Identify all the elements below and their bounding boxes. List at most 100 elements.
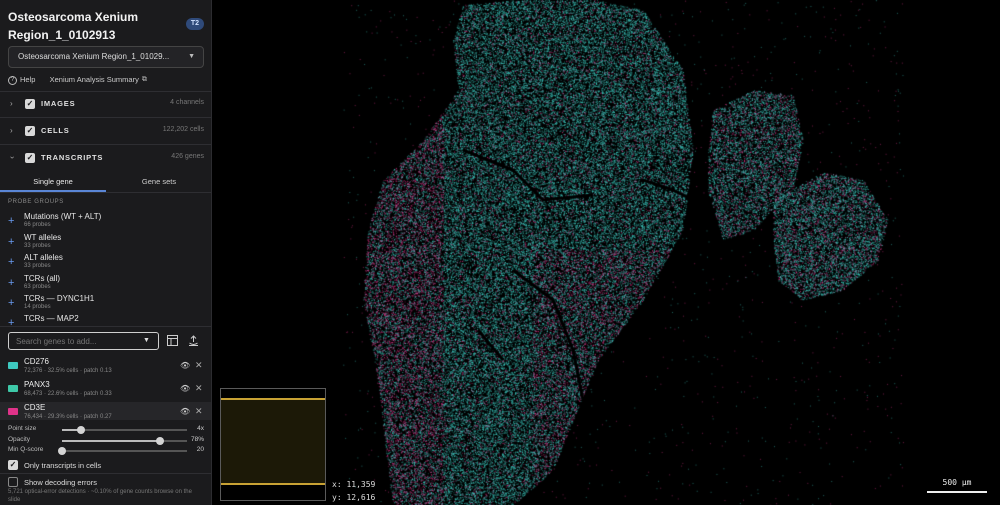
gene-stats: 72,376 · 32.5% cells · patch 0.13 bbox=[24, 368, 112, 374]
slider-value: 20 bbox=[196, 446, 204, 453]
probe-group-item[interactable]: + Mutations (WT + ALT) 66 probes bbox=[8, 212, 204, 232]
minimap[interactable] bbox=[220, 388, 326, 501]
plus-icon[interactable]: + bbox=[8, 237, 14, 248]
tab-bar: Single gene Gene sets bbox=[0, 172, 211, 192]
chevron-down-icon[interactable]: ▼ bbox=[143, 337, 150, 344]
min-q-slider-row: Min Q-score 20 bbox=[8, 446, 204, 456]
gene-row[interactable]: CD276 72,376 · 32.5% cells · patch 0.13 … bbox=[0, 356, 211, 378]
close-icon[interactable]: ✕ bbox=[195, 383, 203, 394]
section-count: 426 genes bbox=[171, 153, 204, 160]
dataset-select-value: Osteosarcoma Xenium Region_1_01029... bbox=[18, 52, 170, 61]
chevron-down-icon[interactable]: › bbox=[8, 156, 17, 159]
section-label: IMAGES bbox=[41, 99, 76, 108]
plus-icon[interactable]: + bbox=[8, 318, 14, 327]
section-count: 4 channels bbox=[170, 99, 204, 106]
probe-group-name: ALT alleles bbox=[24, 253, 63, 262]
slider-label: Min Q-score bbox=[8, 446, 44, 453]
only-in-cells-option[interactable]: ✓ Only transcripts in cells bbox=[8, 460, 204, 472]
coord-x: x: 11,359 bbox=[332, 480, 376, 489]
probe-group-name: TCRs — DYNC1H1 bbox=[24, 294, 95, 303]
gene-color-swatch[interactable] bbox=[8, 385, 18, 392]
section-images[interactable]: › ✓ IMAGES 4 channels bbox=[0, 91, 211, 117]
chevron-right-icon[interactable]: › bbox=[10, 99, 13, 108]
gene-row[interactable]: PANX3 68,473 · 22.6% cells · patch 0.33 … bbox=[0, 379, 211, 401]
tissue-viewer[interactable]: x: 11,359 y: 12,616 500 µm bbox=[213, 0, 1000, 505]
plus-icon[interactable]: + bbox=[8, 257, 14, 268]
cells-checkbox[interactable]: ✓ bbox=[25, 126, 35, 136]
probe-group-count: 33 probes bbox=[24, 243, 51, 249]
gene-color-swatch[interactable] bbox=[8, 408, 18, 415]
title-row: Osteosarcoma Xenium Region_1_0102913 T2 bbox=[8, 8, 204, 44]
coordinate-readout: x: 11,359 y: 12,616 bbox=[332, 478, 375, 504]
probe-group-count: 63 probes bbox=[24, 284, 51, 290]
tab-gene-sets[interactable]: Gene sets bbox=[106, 172, 211, 192]
probe-group-name: Mutations (WT + ALT) bbox=[24, 212, 102, 221]
section-label: CELLS bbox=[41, 126, 70, 135]
probe-group-count: 14 probes bbox=[24, 304, 51, 310]
close-icon[interactable]: ✕ bbox=[195, 360, 203, 371]
option-label: Only transcripts in cells bbox=[24, 461, 102, 470]
tab-single-gene[interactable]: Single gene bbox=[0, 172, 106, 192]
summary-link[interactable]: Xenium Analysis Summary bbox=[50, 75, 139, 84]
probe-group-item[interactable]: + ALT alleles 33 probes bbox=[8, 253, 204, 273]
slider-value: 4x bbox=[197, 425, 204, 432]
gene-search-input[interactable] bbox=[8, 332, 159, 350]
tissue-canvas[interactable] bbox=[213, 0, 1000, 505]
coord-y: y: 12,616 bbox=[332, 493, 376, 502]
opacity-slider[interactable] bbox=[62, 437, 187, 445]
point-size-slider[interactable] bbox=[62, 426, 187, 434]
plus-icon[interactable]: + bbox=[8, 216, 14, 227]
scale-label: 500 µm bbox=[942, 478, 972, 487]
gene-stats: 76,434 · 29.3% cells · patch 0.27 bbox=[24, 414, 112, 420]
plus-icon[interactable]: + bbox=[8, 278, 14, 289]
chevron-down-icon: ▼ bbox=[188, 53, 195, 60]
probe-group-name: TCRs (all) bbox=[24, 274, 60, 283]
section-label: TRANSCRIPTS bbox=[41, 153, 104, 162]
slider-knob[interactable] bbox=[76, 426, 85, 434]
gene-color-swatch[interactable] bbox=[8, 362, 18, 369]
probe-groups-heading: PROBE GROUPS bbox=[8, 199, 64, 205]
gene-stats: 68,473 · 22.6% cells · patch 0.33 bbox=[24, 391, 112, 397]
show-errors-checkbox[interactable] bbox=[8, 477, 18, 487]
upload-icon[interactable] bbox=[187, 335, 199, 347]
minimap-viewport[interactable] bbox=[221, 398, 325, 485]
scale-bar-line bbox=[927, 491, 987, 493]
show-errors-option[interactable]: Show decoding errors 5,721 optical-error… bbox=[8, 477, 204, 505]
probe-group-item[interactable]: + TCRs (all) 63 probes bbox=[8, 274, 204, 294]
slider-knob[interactable] bbox=[155, 437, 164, 445]
slider-label: Point size bbox=[8, 425, 37, 432]
external-link-icon[interactable]: ⧉ bbox=[142, 75, 147, 85]
help-row: ? Help Xenium Analysis Summary ⧉ bbox=[8, 75, 147, 85]
help-icon[interactable]: ? bbox=[8, 75, 17, 85]
table-icon[interactable] bbox=[166, 335, 178, 347]
probe-group-count: 33 probes bbox=[24, 263, 51, 269]
slider-knob[interactable] bbox=[58, 447, 66, 455]
plus-icon[interactable]: + bbox=[8, 298, 14, 309]
eye-icon[interactable]: 👁 bbox=[180, 384, 190, 393]
close-icon[interactable]: ✕ bbox=[195, 406, 203, 417]
probe-group-item[interactable]: + WT alleles 33 probes bbox=[8, 233, 204, 253]
help-link[interactable]: Help bbox=[20, 75, 35, 84]
page-title: Osteosarcoma Xenium Region_1_0102913 bbox=[8, 10, 139, 42]
probe-group-item[interactable]: + TCRs — MAP2 bbox=[8, 314, 204, 326]
eye-icon[interactable]: 👁 bbox=[180, 361, 190, 370]
transcripts-checkbox[interactable]: ✓ bbox=[25, 153, 35, 163]
probe-group-count: 66 probes bbox=[24, 222, 51, 228]
gene-row[interactable]: CD3E 76,434 · 29.3% cells · patch 0.27 👁… bbox=[0, 402, 211, 420]
probe-group-item[interactable]: + TCRs — DYNC1H1 14 probes bbox=[8, 294, 204, 314]
divider bbox=[0, 326, 211, 327]
opacity-slider-row: Opacity 78% bbox=[8, 436, 204, 446]
min-q-slider[interactable] bbox=[58, 447, 187, 455]
slider-value: 78% bbox=[190, 436, 204, 443]
scale-bar: 500 µm bbox=[927, 478, 987, 493]
only-in-cells-checkbox[interactable]: ✓ bbox=[8, 460, 18, 470]
dataset-select[interactable]: Osteosarcoma Xenium Region_1_01029... ▼ bbox=[8, 46, 204, 68]
section-cells[interactable]: › ✓ CELLS 122,202 cells bbox=[0, 118, 211, 144]
user-badge[interactable]: T2 bbox=[185, 18, 204, 30]
divider bbox=[0, 473, 211, 474]
section-transcripts[interactable]: › ✓ TRANSCRIPTS 426 genes bbox=[0, 145, 211, 171]
eye-icon[interactable]: 👁 bbox=[180, 407, 190, 416]
images-checkbox[interactable]: ✓ bbox=[25, 99, 35, 109]
upload-icon-svg bbox=[188, 335, 198, 346]
chevron-right-icon[interactable]: › bbox=[10, 126, 13, 135]
